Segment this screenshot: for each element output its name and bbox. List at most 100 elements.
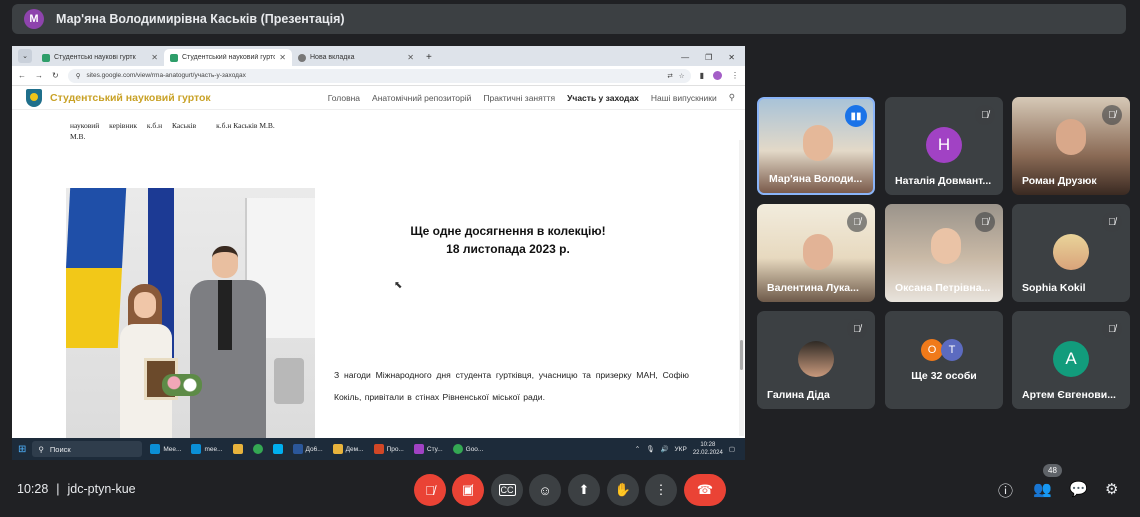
photo-flowers <box>162 374 202 396</box>
meeting-details-icon[interactable]: ⓘ <box>998 480 1013 501</box>
taskbar-app[interactable] <box>271 444 285 454</box>
reactions-button[interactable]: ☺ <box>529 474 561 506</box>
participant-tile[interactable]: Н 🎙̸ Наталія Довмант... <box>885 97 1003 195</box>
taskbar-app[interactable]: Сту... <box>412 444 445 454</box>
camera-toggle-button[interactable]: ▣̸ <box>452 474 484 506</box>
heading-date: 18 листопада 2023 р. <box>446 242 570 256</box>
notifications-icon[interactable]: ▢ <box>729 445 735 453</box>
mic-toggle-button[interactable]: 🎙̸ <box>414 474 446 506</box>
taskbar-app[interactable]: Mee... <box>148 444 183 454</box>
participant-name: Sophia Kokil <box>1022 282 1086 294</box>
new-tab-icon[interactable]: + <box>420 52 438 66</box>
raise-hand-button[interactable]: ✋ <box>607 474 639 506</box>
photo-chair <box>274 358 304 404</box>
folder-icon <box>232 444 243 454</box>
taskbar-app-label: mee... <box>204 445 223 453</box>
address-bar[interactable]: ⚲ sites.google.com/view/rma-anatogurt/уч… <box>67 68 691 83</box>
taskbar-app[interactable]: Goo... <box>451 444 486 454</box>
taskbar-app[interactable] <box>231 444 245 454</box>
close-tab-icon[interactable]: ✕ <box>151 53 158 62</box>
taskbar-app-label: Про... <box>386 445 404 453</box>
participant-tile[interactable]: 🎙̸ Роман Друзюк <box>1012 97 1130 195</box>
participant-tile[interactable]: А 🎙̸ Артем Євгенови... <box>1012 311 1130 409</box>
reload-icon[interactable]: ↻ <box>52 71 59 80</box>
url-text: sites.google.com/view/rma-anatogurt/учас… <box>86 72 246 79</box>
tray-clock[interactable]: 10:28 22.02.2024 <box>693 441 723 457</box>
participant-avatar: А <box>1053 341 1089 377</box>
chrome-icon <box>252 444 263 454</box>
nav-practical[interactable]: Практичні заняття <box>483 93 555 103</box>
event-photo <box>66 188 315 438</box>
site-name[interactable]: Студентський науковий гурток <box>50 92 211 104</box>
more-options-button[interactable]: ⋮ <box>645 474 677 506</box>
participant-video <box>803 125 833 161</box>
site-logo-icon[interactable] <box>26 88 42 107</box>
browser-icon <box>413 444 424 454</box>
translate-icon[interactable]: ⇄ <box>667 72 672 80</box>
forward-icon[interactable]: → <box>35 71 43 80</box>
tab-search-icon[interactable]: ⌄ <box>18 49 32 63</box>
close-tab-icon[interactable]: ✕ <box>279 53 286 62</box>
taskbar-app[interactable]: mee... <box>189 444 224 454</box>
participant-name: Оксана Петрівна... <box>895 282 991 294</box>
back-icon[interactable]: ← <box>18 71 26 80</box>
chat-icon[interactable]: 💬 <box>1069 480 1088 498</box>
people-icon[interactable]: 👥 <box>1033 480 1052 498</box>
taskbar-search-label: Поиск <box>49 444 71 454</box>
mic-off-icon: 🎙̸ <box>847 319 867 339</box>
nav-events[interactable]: Участь у заходах <box>567 93 639 103</box>
page-scrollbar[interactable] <box>739 140 744 436</box>
participant-tile[interactable]: 🎙̸ Sophia Kokil <box>1012 204 1130 302</box>
nav-repository[interactable]: Анатомічний репозиторій <box>372 93 471 103</box>
more-avatars: О Т <box>921 339 963 361</box>
article-heading: Ще одне досягнення в колекцію! 18 листоп… <box>348 222 668 258</box>
participant-video <box>803 234 833 270</box>
participant-tile[interactable]: ▮▮ Мар'яна Володи... <box>757 97 875 195</box>
captions-button[interactable]: CC <box>491 474 523 506</box>
tab-label: Студентський науковий гурто <box>182 54 276 61</box>
meeting-time: 10:28 <box>17 482 49 496</box>
participant-tile[interactable]: 🎙̸ Оксана Петрівна... <box>885 204 1003 302</box>
presenter-bar: M Мар'яна Володимирівна Каськів (Презент… <box>12 4 1126 34</box>
mic-off-icon: 🎙̸ <box>975 105 995 125</box>
search-icon[interactable]: ⚲ <box>729 92 735 103</box>
tray-volume-icon[interactable]: 🔊 <box>660 445 668 453</box>
tab-label: Студентські наукові гуртк <box>54 54 136 61</box>
presenter-avatar: M <box>24 9 44 29</box>
windows-taskbar: ⊞ ⚲ Поиск Mee... mee... До6... Дем... Пр… <box>12 438 745 460</box>
site-info-icon[interactable]: ⚲ <box>76 72 81 80</box>
taskbar-app[interactable]: Про... <box>372 444 406 454</box>
close-window-icon[interactable]: ✕ <box>728 53 735 62</box>
more-participants-tile[interactable]: О Т Ще 32 особи <box>885 311 1003 409</box>
taskbar-app-label: Goo... <box>465 445 484 453</box>
browser-tab-active[interactable]: Студентський науковий гурто ✕ <box>164 49 292 66</box>
participant-tile[interactable]: 🎙̸ Галина Діда <box>757 311 875 409</box>
bookmark-star-icon[interactable]: ☆ <box>679 72 691 80</box>
tray-chevron-icon[interactable]: ⌃ <box>635 445 640 453</box>
minimize-icon[interactable]: — <box>681 53 689 62</box>
taskbar-search[interactable]: ⚲ Поиск <box>32 441 143 457</box>
taskbar-app[interactable] <box>251 444 265 454</box>
participant-tile[interactable]: 🎙̸ Валентина Лука... <box>757 204 875 302</box>
leave-call-button[interactable]: ☎ <box>684 474 726 506</box>
tray-lang[interactable]: УКР <box>675 446 687 453</box>
page-content: науковий керівник к.б.н Каськів к.б.н Ка… <box>12 110 745 438</box>
maximize-icon[interactable]: ❐ <box>705 53 712 62</box>
present-button[interactable]: ⬆ <box>568 474 600 506</box>
nav-alumni[interactable]: Наші випускники <box>651 93 717 103</box>
close-tab-icon[interactable]: ✕ <box>407 53 414 62</box>
windows-start-icon[interactable]: ⊞ <box>18 444 26 455</box>
nav-home[interactable]: Головна <box>328 93 360 103</box>
taskbar-app[interactable]: До6... <box>291 444 325 454</box>
participant-name: Роман Друзюк <box>1022 175 1097 187</box>
activities-icon[interactable]: ⚙ <box>1105 480 1118 498</box>
browser-tab[interactable]: Студентські наукові гуртк ✕ <box>36 49 164 66</box>
taskbar-app-label: Дем... <box>345 445 364 453</box>
tray-mic-icon[interactable]: 🎙 <box>646 445 654 453</box>
taskbar-app[interactable]: Дем... <box>331 444 366 454</box>
hangup-icon: ☎ <box>696 482 714 497</box>
sidepanel-icon[interactable]: ▮ <box>700 71 704 80</box>
browser-tab[interactable]: Нова вкладка ✕ <box>292 49 420 66</box>
menu-dots-icon[interactable]: ⋮ <box>731 71 739 80</box>
profile-avatar[interactable] <box>713 71 722 80</box>
